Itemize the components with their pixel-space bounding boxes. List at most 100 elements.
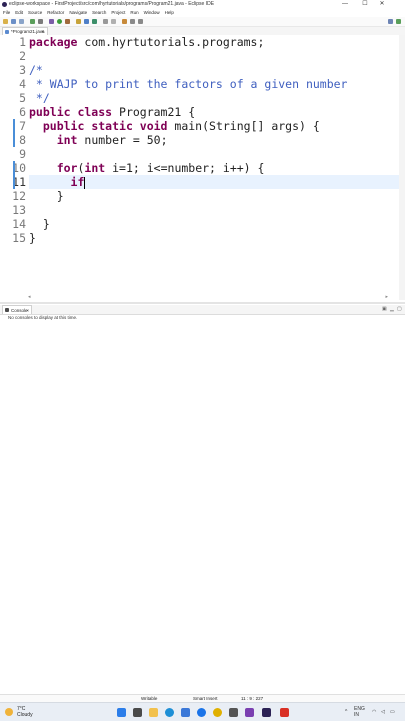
menu-bar: File Edit Source Refactor Navigate Search Proj…: [0, 9, 405, 17]
chrome-icon[interactable]: [197, 708, 206, 717]
settings-icon[interactable]: [229, 708, 238, 717]
terminal-icon[interactable]: [38, 19, 43, 24]
line-number: 1: [19, 35, 26, 49]
text-caret: [84, 176, 86, 189]
window-title: eclipse-workspace - FirstProject/src/com…: [9, 1, 215, 7]
code-line-14: }: [29, 217, 50, 231]
tray-chevron-icon[interactable]: ^: [345, 709, 347, 715]
close-button[interactable]: ✕: [375, 0, 389, 9]
code-line-11: if: [29, 175, 399, 189]
menu-file[interactable]: File: [3, 9, 10, 17]
menu-refactor[interactable]: Refactor: [47, 9, 64, 17]
build-icon[interactable]: [30, 19, 35, 24]
minimize-panel-icon[interactable]: ▁: [390, 307, 395, 312]
console-close-icon[interactable]: ×: [26, 306, 29, 315]
tab-console[interactable]: Console ×: [2, 305, 32, 314]
store-icon[interactable]: [181, 708, 190, 717]
keyword: for: [56, 161, 78, 175]
menu-project[interactable]: Project: [111, 9, 125, 17]
maximize-panel-icon[interactable]: ▢: [397, 307, 402, 312]
app-icon[interactable]: [245, 708, 254, 717]
code-line-15: }: [29, 231, 36, 245]
perspective-java-icon[interactable]: [388, 19, 393, 24]
scroll-right-icon[interactable]: ▸: [385, 294, 388, 300]
code-text: main(String[] args) {: [167, 119, 320, 133]
code-editor[interactable]: 1 2 3 4 5 6 7 8 9 10 11 12 13 14 15 pack…: [0, 35, 405, 300]
line-number: 6: [19, 105, 26, 119]
line-number: 9: [19, 147, 26, 161]
keyword: public static void: [42, 119, 168, 133]
code-line-4: * WAJP to print the factors of a given n…: [29, 77, 348, 91]
console-tab-bar: Console ×: [0, 305, 405, 315]
open-console-icon[interactable]: ▣: [382, 307, 387, 312]
annotation-icon[interactable]: [122, 19, 127, 24]
volume-icon[interactable]: ◁: [381, 709, 385, 715]
eclipse-taskbar-icon[interactable]: [262, 708, 271, 717]
menu-run[interactable]: Run: [130, 9, 138, 17]
battery-icon[interactable]: ▭: [390, 709, 395, 715]
wifi-icon[interactable]: ◠: [372, 709, 376, 715]
perspective-debug-icon[interactable]: [396, 19, 401, 24]
line-number-ruler: 1 2 3 4 5 6 7 8 9 10 11 12 13 14 15: [0, 35, 28, 300]
open-type-icon[interactable]: [103, 19, 108, 24]
keyword: int: [84, 161, 106, 175]
language-indicator[interactable]: ENG IN: [354, 706, 365, 718]
line-number: 5: [19, 91, 26, 105]
minimize-button[interactable]: —: [338, 0, 352, 9]
tray-region: IN: [354, 712, 359, 718]
weather-widget[interactable]: 7°C Cloudy: [17, 706, 33, 718]
toolbar: [0, 17, 405, 27]
horizontal-scrollbar[interactable]: ◂ ▸: [28, 294, 388, 301]
code-line-6: public class Program21 {: [29, 105, 399, 119]
menu-help[interactable]: Help: [165, 9, 174, 17]
new-package-icon[interactable]: [84, 19, 89, 24]
back-icon[interactable]: [130, 19, 135, 24]
new-java-project-icon[interactable]: [76, 19, 81, 24]
line-number: 12: [12, 189, 26, 203]
weather-condition: Cloudy: [17, 712, 33, 718]
forward-icon[interactable]: [138, 19, 143, 24]
change-marker: [13, 119, 15, 147]
line-number: 15: [12, 231, 26, 245]
recorder-icon[interactable]: [280, 708, 289, 717]
keyword: public class: [29, 105, 113, 119]
run-icon[interactable]: [57, 19, 62, 24]
menu-source[interactable]: Source: [28, 9, 42, 17]
scroll-left-icon[interactable]: ◂: [28, 294, 31, 300]
menu-search[interactable]: Search: [92, 9, 106, 17]
menu-window[interactable]: Window: [144, 9, 160, 17]
new-icon[interactable]: [3, 19, 8, 24]
menu-edit[interactable]: Edit: [15, 9, 23, 17]
tab-program21-java[interactable]: *Program21.java ×: [2, 27, 48, 35]
keyword: if: [70, 175, 85, 189]
code-line-12: }: [29, 189, 64, 203]
new-class-icon[interactable]: [92, 19, 97, 24]
line-number: 3: [19, 63, 26, 77]
menu-navigate[interactable]: Navigate: [69, 9, 87, 17]
panel-splitter[interactable]: [0, 302, 405, 304]
vertical-scrollbar[interactable]: [399, 35, 405, 300]
keyword: int: [56, 133, 78, 147]
edge-browser-icon[interactable]: [165, 708, 174, 717]
debug-icon[interactable]: [49, 19, 54, 24]
search-icon[interactable]: [111, 19, 116, 24]
save-all-icon[interactable]: [19, 19, 24, 24]
line-number: 2: [19, 49, 26, 63]
save-icon[interactable]: [11, 19, 16, 24]
code-line-1: package com.hyrtutorials.programs;: [29, 35, 399, 49]
windows-start-icon[interactable]: [117, 708, 126, 717]
code-line-3: /*: [29, 63, 43, 77]
code-text: i=1; i<=number; i++) {: [105, 161, 265, 175]
console-icon: [5, 308, 9, 312]
chrome-profile-icon[interactable]: [213, 708, 222, 717]
task-view-icon[interactable]: [133, 708, 142, 717]
external-tools-icon[interactable]: [65, 19, 70, 24]
line-number: 4: [19, 77, 26, 91]
console-tab-label: Console: [11, 308, 28, 313]
maximize-button[interactable]: ☐: [358, 0, 372, 9]
file-explorer-icon[interactable]: [149, 708, 158, 717]
code-line-8: int number = 50;: [29, 133, 399, 147]
code-text: number = 50;: [77, 133, 168, 147]
